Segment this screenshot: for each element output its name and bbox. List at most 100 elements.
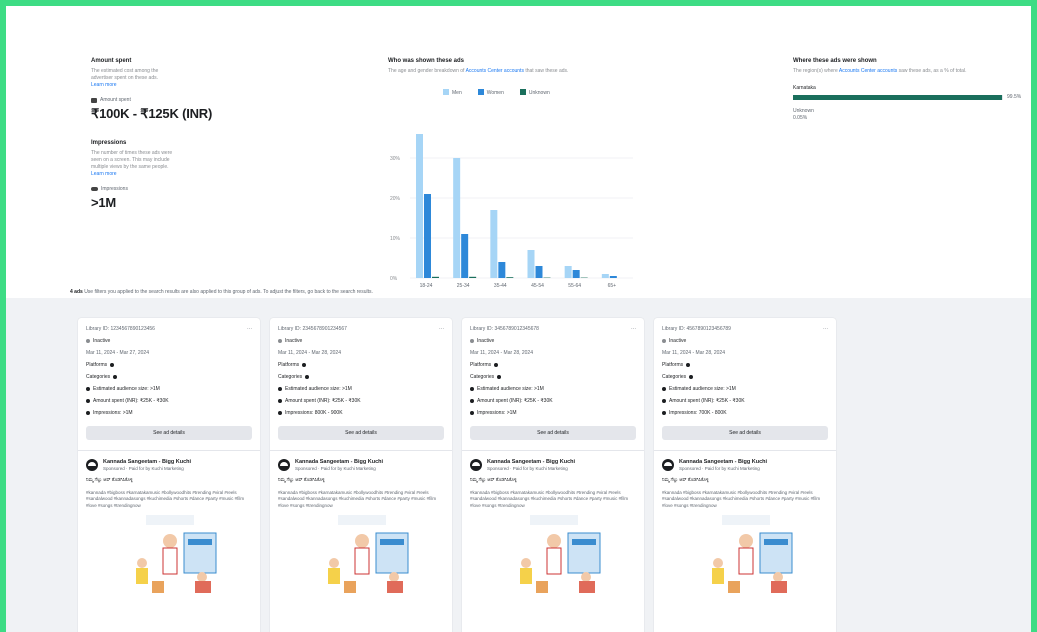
card-divider — [654, 450, 836, 451]
spend-desc-line: advertiser spent on these ads. — [91, 75, 158, 81]
spend-impressions-column: Amount spent The estimated cost among th… — [91, 58, 231, 210]
card-header: Library ID: 2345678901234567 ··· — [278, 326, 444, 332]
wallet-icon — [91, 97, 97, 103]
card-divider — [270, 450, 452, 451]
card-header: Library ID: 3456789012345678 ··· — [470, 326, 636, 332]
audience-desc-text: The age and gender breakdown of — [388, 68, 465, 74]
ad-creative-image[interactable] — [662, 515, 828, 597]
regions-accounts-link[interactable]: Accounts Center accounts — [839, 68, 897, 74]
status-dot-icon — [470, 339, 474, 343]
card-header: Library ID: 4567890123456789 ··· — [662, 326, 828, 332]
status-text: Inactive — [285, 338, 303, 344]
run-dates-text: Mar 11, 2024 - Mar 28, 2024 — [470, 350, 533, 356]
categories-line: Categories — [86, 374, 252, 380]
more-options-icon[interactable]: ··· — [631, 326, 636, 332]
platforms-label: Platforms — [278, 362, 300, 368]
advertiser-row: Kannada Sangeetam - Bigg Kuchi Sponsored… — [470, 459, 636, 471]
impressions-line: Impressions: >1M — [86, 410, 252, 416]
ad-body: #kannada #bigboss #karnatakamusic #bolly… — [86, 489, 245, 508]
y-tick-label: 30% — [390, 156, 401, 162]
status-dot-icon — [86, 339, 90, 343]
advertiser-avatar[interactable] — [86, 459, 98, 471]
x-tick-label: 45-54 — [531, 283, 544, 289]
card-divider — [78, 450, 260, 451]
creative-face — [773, 572, 783, 582]
library-id: Library ID: 4567890123456789 — [662, 326, 731, 332]
impressions-line: Impressions: >1M — [470, 410, 636, 416]
age-gender-chart: 0% 10% 20% 30% 18-24 25-34 35-44 45-54 55-64 65+ — [390, 134, 633, 289]
more-options-icon[interactable]: ··· — [439, 326, 444, 332]
advertiser-avatar[interactable] — [662, 459, 674, 471]
advertiser-avatar[interactable] — [470, 459, 482, 471]
ad-headline: ನಿಮ್ಮ ಗೆಲ್ಲು ಆಪ್ ತೊಡಗಿಸಿಕೊಳ್ಳಿ — [86, 477, 133, 482]
legend-label: Women — [486, 90, 504, 96]
creative-figure — [579, 581, 595, 593]
spent-line: Amount spent (INR): ₹25K - ₹30K — [470, 398, 636, 404]
impressions-count: Impressions: 700K - 800K — [669, 410, 727, 416]
region-track — [793, 94, 1003, 100]
audience-line: Estimated audience size: >1M — [470, 386, 636, 392]
advertiser-name[interactable]: Kannada Sangeetam - Bigg Kuchi — [295, 459, 383, 465]
impressions-metric-label: Impressions — [91, 186, 231, 192]
bar — [498, 262, 506, 278]
region-bar: 99.5% — [793, 94, 1028, 100]
ad-headline: ನಿಮ್ಮ ಗೆಲ್ಲು ಆಪ್ ತೊಡಗಿಸಿಕೊಳ್ಳಿ — [470, 477, 517, 482]
ad-creative-image[interactable] — [278, 515, 444, 597]
bar — [572, 270, 580, 278]
advertiser-info: Kannada Sangeetam - Bigg Kuchi Sponsored… — [487, 459, 575, 471]
ad-creative-image[interactable] — [86, 515, 252, 597]
see-ad-details-button[interactable]: See ad details — [662, 426, 828, 440]
platforms-line: Platforms — [470, 362, 636, 368]
creative-face — [547, 534, 561, 548]
creative-screen-bar — [572, 539, 596, 545]
platform-icon — [302, 363, 307, 367]
see-ad-details-button[interactable]: See ad details — [278, 426, 444, 440]
run-dates-text: Mar 11, 2024 - Mar 28, 2024 — [662, 350, 725, 356]
chart-legend: Men Women Unknown — [443, 89, 658, 96]
creative-figure — [136, 568, 148, 584]
advertiser-name[interactable]: Kannada Sangeetam - Bigg Kuchi — [679, 459, 767, 465]
wallet-icon — [278, 399, 282, 403]
spent-line: Amount spent (INR): ₹25K - ₹30K — [86, 398, 252, 404]
region-name: Karnataka — [793, 85, 816, 91]
people-icon — [470, 387, 474, 391]
ad-card: Library ID: 4567890123456789 ··· Inactiv… — [654, 318, 836, 632]
status-text: Inactive — [669, 338, 687, 344]
people-icon — [278, 387, 282, 391]
x-tick-label: 35-44 — [494, 283, 507, 289]
bar — [601, 274, 609, 278]
accounts-center-link[interactable]: Accounts Center accounts — [466, 68, 524, 74]
see-ad-details-button[interactable]: See ad details — [470, 426, 636, 440]
impressions-learn-more-link[interactable]: Learn more — [91, 171, 231, 178]
see-ad-details-button[interactable]: See ad details — [86, 426, 252, 440]
region-fill — [793, 94, 1002, 100]
creative-face — [163, 534, 177, 548]
impressions-metric-text: Impressions — [101, 186, 128, 192]
advertiser-avatar[interactable] — [278, 459, 290, 471]
advertiser-name[interactable]: Kannada Sangeetam - Bigg Kuchi — [103, 459, 191, 465]
more-options-icon[interactable]: ··· — [247, 326, 252, 332]
creative-figure — [536, 581, 548, 593]
advertiser-name[interactable]: Kannada Sangeetam - Bigg Kuchi — [487, 459, 575, 465]
spend-learn-more-link[interactable]: Learn more — [91, 82, 231, 89]
region-row: Karnataka 99.5% — [793, 85, 1028, 100]
sponsored-label: Sponsored · Paid for by Kuchi Marketing — [679, 466, 760, 471]
legend-label: Men — [452, 90, 462, 96]
creative-face — [389, 572, 399, 582]
creative-figure — [344, 581, 356, 593]
creative-banner — [338, 515, 386, 525]
platforms-label: Platforms — [662, 362, 684, 368]
platform-icon — [110, 363, 115, 367]
creative-face — [739, 534, 753, 548]
audience-desc: The age and gender breakdown of Accounts… — [388, 68, 658, 75]
spend-metric-text: Amount spent — [100, 97, 131, 103]
audience-line: Estimated audience size: >1M — [662, 386, 828, 392]
categories-label: Categories — [86, 374, 111, 380]
creative-figure — [354, 547, 370, 575]
run-dates-text: Mar 11, 2024 - Mar 28, 2024 — [278, 350, 341, 356]
advertiser-row: Kannada Sangeetam - Bigg Kuchi Sponsored… — [86, 459, 252, 471]
library-id: Library ID: 3456789012345678 — [470, 326, 539, 332]
page-frame: Amount spent The estimated cost among th… — [6, 6, 1031, 632]
more-options-icon[interactable]: ··· — [823, 326, 828, 332]
ad-creative-image[interactable] — [470, 515, 636, 597]
